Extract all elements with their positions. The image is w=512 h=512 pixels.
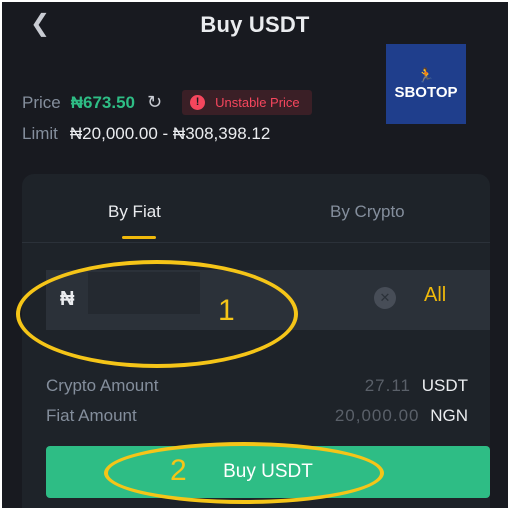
annotation-ellipse-2 xyxy=(104,442,384,504)
limit-value: ₦20,000.00 - ₦308,398.12 xyxy=(69,124,271,143)
obscured-value: 20,000.00 xyxy=(334,406,420,425)
price-row: Price ₦673.50 ↻ ! Unstable Price xyxy=(22,90,312,115)
page-title: Buy USDT xyxy=(200,12,310,37)
tab-by-crypto[interactable]: By Crypto xyxy=(330,202,405,222)
fiat-amount-value: 20,000.00 NGN xyxy=(335,406,468,426)
annotation-number-1: 1 xyxy=(218,294,235,327)
unstable-price-badge: ! Unstable Price xyxy=(182,90,312,115)
runner-icon: 🏃 xyxy=(417,66,435,83)
tab-by-fiat[interactable]: By Fiat xyxy=(108,202,161,222)
sbotop-logo: 🏃 SBOTOP xyxy=(386,44,466,124)
crypto-amount-label: Crypto Amount xyxy=(46,376,159,395)
crypto-amount-value: 27.11 USDT xyxy=(365,376,468,396)
crypto-amount-row: Crypto Amount 27.11 USDT xyxy=(46,376,468,396)
warning-icon: ! xyxy=(190,95,206,110)
price-label: Price xyxy=(22,92,61,112)
tab-bar: By Fiat By Crypto xyxy=(22,174,490,243)
limit-row: Limit ₦20,000.00 - ₦308,398.12 xyxy=(22,124,270,144)
all-button[interactable]: All xyxy=(424,284,446,307)
active-tab-indicator xyxy=(122,236,156,239)
fiat-amount-label: Fiat Amount xyxy=(46,406,137,425)
annotation-number-2: 2 xyxy=(170,454,187,487)
screen: ❮ Buy USDT 🏃 SBOTOP Price ₦673.50 ↻ ! Un… xyxy=(2,2,508,508)
clear-icon[interactable]: ✕ xyxy=(374,287,396,309)
obscured-value: 27.11 xyxy=(364,376,411,395)
limit-label: Limit xyxy=(22,124,58,143)
price-value: ₦673.50 xyxy=(70,92,136,112)
unstable-price-text: Unstable Price xyxy=(215,95,300,110)
fiat-unit: NGN xyxy=(430,406,468,425)
refresh-icon[interactable]: ↻ xyxy=(147,92,162,113)
logo-text: SBOTOP xyxy=(394,83,458,101)
crypto-unit: USDT xyxy=(421,376,468,395)
annotation-ellipse-1 xyxy=(16,260,298,368)
fiat-amount-row: Fiat Amount 20,000.00 NGN xyxy=(46,406,468,426)
